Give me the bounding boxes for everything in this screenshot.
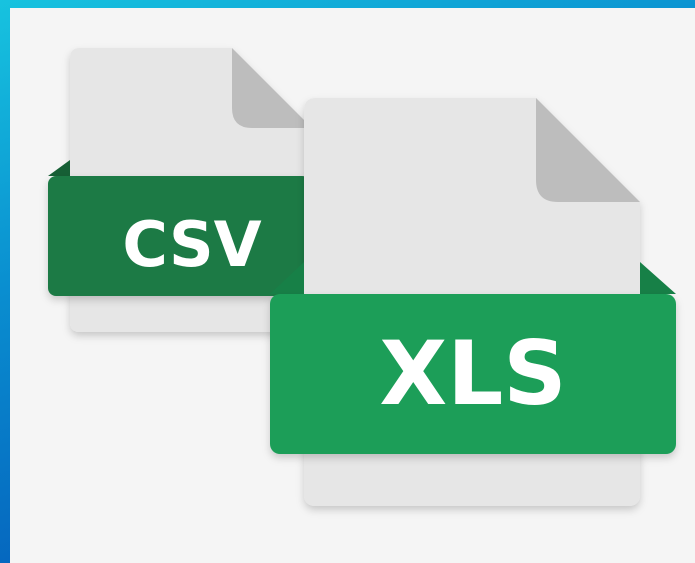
xls-page-fold bbox=[536, 98, 640, 202]
csv-band-flap bbox=[48, 160, 70, 176]
csv-page-fold bbox=[232, 48, 312, 128]
xls-file-icon: XLS bbox=[270, 98, 676, 506]
file-conversion-illustration: CSV XLS bbox=[48, 48, 676, 506]
csv-file-icon: CSV bbox=[48, 48, 312, 332]
xls-label: XLS bbox=[379, 322, 566, 425]
csv-label: CSV bbox=[122, 208, 261, 281]
xls-band-flap-right bbox=[640, 262, 676, 294]
